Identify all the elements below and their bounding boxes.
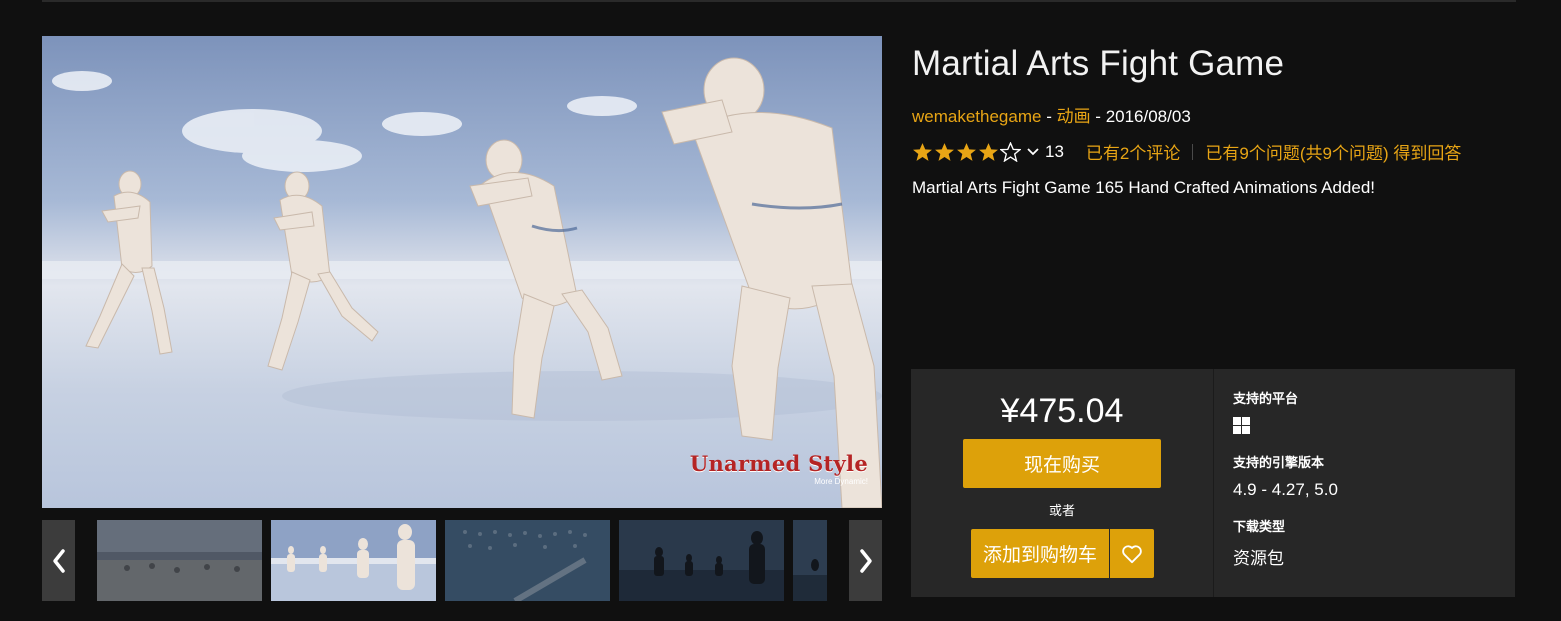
chevron-down-icon[interactable] <box>1027 147 1039 156</box>
product-meta: wemakethegame - 动画 - 2016/08/03 <box>912 102 1191 127</box>
price: ¥475.04 <box>1000 392 1124 430</box>
buy-now-button[interactable]: 现在购买 <box>963 439 1161 488</box>
thumbnail-prev-button[interactable] <box>42 520 75 601</box>
star-filled-icon <box>935 142 954 161</box>
windows-icon <box>1233 417 1250 434</box>
add-to-cart-button[interactable]: 添加到购物车 <box>971 529 1109 578</box>
meta-separator: - <box>1041 107 1057 126</box>
product-title: Martial Arts Fight Game <box>912 44 1285 83</box>
product-description: Martial Arts Fight Game 165 Hand Crafted… <box>912 178 1376 197</box>
thumbnail-4-image <box>619 520 784 601</box>
rating-row: 13 已有2个评论 已有9个问题(共9个问题) 得到回答 <box>912 139 1461 164</box>
questions-link[interactable]: 已有9个问题(共9个问题) 得到回答 <box>1205 139 1461 164</box>
star-filled-icon <box>979 142 998 161</box>
wishlist-button[interactable] <box>1110 529 1154 578</box>
platform-label: 支持的平台 <box>1233 391 1299 406</box>
thumbnail-5[interactable] <box>793 520 827 601</box>
category-link[interactable]: 动画 <box>1057 107 1091 126</box>
top-divider <box>42 0 1516 2</box>
star-filled-icon <box>913 142 932 161</box>
release-date: 2016/08/03 <box>1105 107 1191 126</box>
main-preview-image[interactable]: Unarmed Style More Dynamic! <box>42 36 882 508</box>
purchase-panel: ¥475.04 现在购买 或者 添加到购物车 支持的平台 支持的引擎版本 4.9… <box>911 369 1515 597</box>
thumbnail-3[interactable] <box>445 520 610 601</box>
engine-version-value: 4.9 - 4.27, 5.0 <box>1233 480 1338 499</box>
reviews-link[interactable]: 已有2个评论 <box>1086 139 1180 164</box>
thumbnail-1-image <box>97 520 262 601</box>
preview-scene <box>42 57 882 508</box>
link-divider <box>1192 143 1194 160</box>
chevron-right-icon <box>859 548 872 573</box>
seller-link[interactable]: wemakethegame <box>912 107 1041 126</box>
download-type-label: 下载类型 <box>1233 519 1286 534</box>
star-filled-icon <box>957 142 976 161</box>
or-label: 或者 <box>1048 503 1075 518</box>
heart-icon <box>1122 544 1142 563</box>
thumbnail-4[interactable] <box>619 520 784 601</box>
thumbnail-2-image <box>271 520 436 601</box>
purchase-actions: ¥475.04 现在购买 或者 添加到购物车 <box>911 369 1213 597</box>
thumbnail-2[interactable] <box>271 520 436 601</box>
watermark-subtitle: More Dynamic! <box>814 477 868 486</box>
image-watermark: Unarmed Style More Dynamic! <box>690 451 868 486</box>
panel-divider <box>1213 369 1214 597</box>
meta-separator: - <box>1090 107 1106 126</box>
thumbnail-next-button[interactable] <box>849 520 882 601</box>
star-empty-icon <box>1000 141 1021 162</box>
engine-version-label: 支持的引擎版本 <box>1233 455 1325 470</box>
thumbnail-1[interactable] <box>97 520 262 601</box>
thumbnail-5-image <box>793 520 827 601</box>
watermark-title: Unarmed Style <box>689 451 868 476</box>
download-type-value: 资源包 <box>1233 549 1284 568</box>
chevron-left-icon <box>52 548 65 573</box>
rating-count: 13 <box>1045 141 1064 161</box>
star-rating[interactable] <box>912 141 1021 162</box>
thumbnail-3-image <box>445 520 610 601</box>
